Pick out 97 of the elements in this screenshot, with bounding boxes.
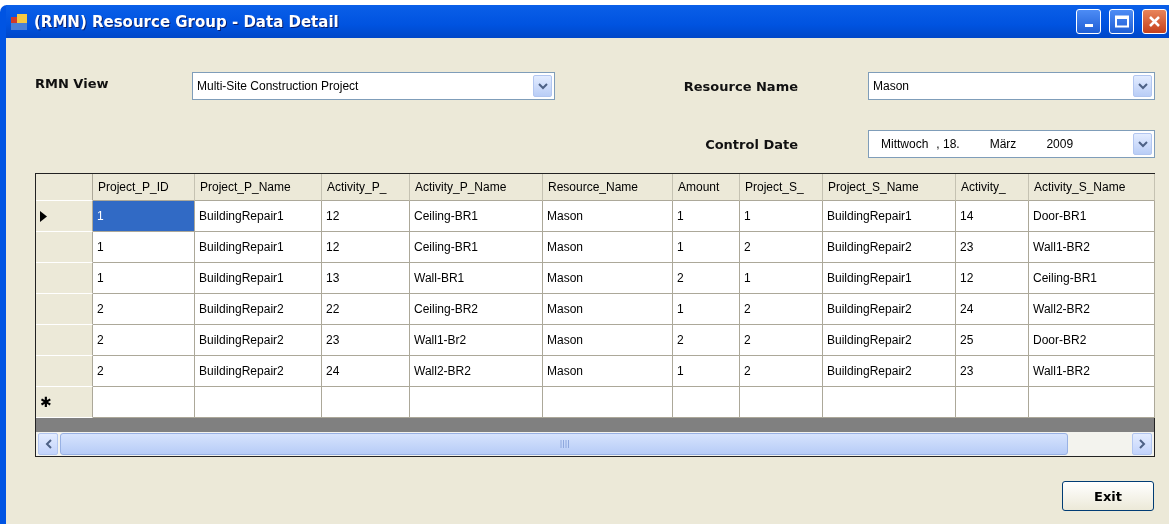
table-cell[interactable]: 1 bbox=[673, 294, 740, 325]
table-cell[interactable]: Wall2-BR2 bbox=[1029, 294, 1155, 325]
table-cell[interactable]: BuildingRepair1 bbox=[195, 263, 322, 294]
table-cell[interactable]: 2 bbox=[740, 294, 823, 325]
column-header[interactable]: Amount bbox=[673, 174, 740, 201]
column-header[interactable]: Resource_Name bbox=[543, 174, 673, 201]
date-picker[interactable]: Mittwoch , 18. März 2009 bbox=[868, 130, 1155, 158]
table-cell[interactable]: Wall2-BR2 bbox=[410, 356, 543, 387]
table-cell[interactable]: Mason bbox=[543, 294, 673, 325]
table-cell[interactable]: Ceiling-BR2 bbox=[410, 294, 543, 325]
table-cell[interactable]: 13 bbox=[322, 263, 410, 294]
table-cell[interactable]: 1 bbox=[93, 263, 195, 294]
table-cell[interactable]: BuildingRepair2 bbox=[823, 232, 956, 263]
column-header[interactable]: Project_P_Name bbox=[195, 174, 322, 201]
table-cell[interactable]: BuildingRepair2 bbox=[195, 294, 322, 325]
table-cell[interactable]: Wall1-BR2 bbox=[1029, 356, 1155, 387]
table-cell[interactable]: 2 bbox=[740, 232, 823, 263]
table-cell[interactable]: BuildingRepair2 bbox=[195, 356, 322, 387]
table-cell[interactable]: Mason bbox=[543, 325, 673, 356]
row-header[interactable] bbox=[36, 201, 93, 232]
table-cell[interactable]: 2 bbox=[93, 356, 195, 387]
table-cell[interactable]: Mason bbox=[543, 201, 673, 232]
grid-corner-header bbox=[36, 174, 93, 201]
maximize-button[interactable] bbox=[1109, 9, 1134, 34]
table-cell[interactable]: 2 bbox=[740, 325, 823, 356]
table-cell[interactable]: Ceiling-BR1 bbox=[410, 232, 543, 263]
table-cell[interactable]: BuildingRepair1 bbox=[195, 201, 322, 232]
table-cell[interactable]: 23 bbox=[956, 356, 1029, 387]
column-header[interactable]: Activity_P_Name bbox=[410, 174, 543, 201]
table-cell[interactable]: Wall-BR1 bbox=[410, 263, 543, 294]
table-cell[interactable]: BuildingRepair2 bbox=[823, 356, 956, 387]
column-header[interactable]: Activity_ bbox=[956, 174, 1029, 201]
close-button[interactable] bbox=[1142, 9, 1167, 34]
table-cell[interactable]: BuildingRepair1 bbox=[195, 232, 322, 263]
window-title: (RMN) Resource Group - Data Detail bbox=[34, 12, 340, 31]
resource-name-label: Resource Name bbox=[683, 78, 799, 94]
table-cell[interactable]: 1 bbox=[740, 263, 823, 294]
scroll-left-button[interactable] bbox=[38, 433, 58, 455]
minimize-button[interactable] bbox=[1076, 9, 1101, 34]
scrollbar-thumb[interactable] bbox=[60, 433, 1068, 455]
table-cell[interactable]: 2 bbox=[93, 294, 195, 325]
table-cell[interactable]: BuildingRepair1 bbox=[823, 263, 956, 294]
column-header[interactable]: Project_P_ID bbox=[93, 174, 195, 201]
dropdown-caret-icon bbox=[537, 82, 548, 90]
column-header[interactable]: Activity_S_Name bbox=[1029, 174, 1155, 201]
table-cell[interactable]: Door-BR2 bbox=[1029, 325, 1155, 356]
exit-button[interactable]: Exit bbox=[1062, 481, 1154, 511]
table-cell[interactable]: BuildingRepair1 bbox=[823, 201, 956, 232]
dropdown-caret-icon bbox=[1137, 82, 1148, 90]
table-cell[interactable]: 1 bbox=[673, 201, 740, 232]
table-cell[interactable]: 23 bbox=[322, 325, 410, 356]
column-header[interactable]: Activity_P_ bbox=[322, 174, 410, 201]
table-cell[interactable]: 24 bbox=[322, 356, 410, 387]
resource-name-dropdown[interactable]: Mason bbox=[868, 72, 1155, 100]
scroll-right-button[interactable] bbox=[1132, 433, 1152, 455]
horizontal-scrollbar[interactable] bbox=[36, 432, 1154, 456]
table-cell[interactable]: Wall1-BR2 bbox=[1029, 232, 1155, 263]
table-cell[interactable]: 2 bbox=[673, 325, 740, 356]
grip-icon bbox=[559, 440, 569, 448]
table-cell[interactable]: 22 bbox=[322, 294, 410, 325]
table-cell[interactable]: 14 bbox=[956, 201, 1029, 232]
table-cell[interactable]: Door-BR1 bbox=[1029, 201, 1155, 232]
new-row-marker[interactable]: ✱ bbox=[36, 387, 93, 418]
table-cell[interactable]: BuildingRepair2 bbox=[823, 325, 956, 356]
table-cell[interactable]: BuildingRepair2 bbox=[823, 294, 956, 325]
table-cell[interactable]: 25 bbox=[956, 325, 1029, 356]
maximize-icon bbox=[1114, 15, 1129, 28]
table-cell[interactable]: 1 bbox=[673, 356, 740, 387]
table-cell[interactable]: 24 bbox=[956, 294, 1029, 325]
table-cell[interactable]: 2 bbox=[740, 356, 823, 387]
close-icon bbox=[1148, 15, 1161, 28]
rmn-view-dropdown[interactable]: Multi-Site Construction Project bbox=[192, 72, 555, 100]
dropdown-caret-icon bbox=[1137, 140, 1148, 148]
rmn-view-label: RMN View bbox=[35, 75, 110, 91]
table-cell[interactable]: Wall1-Br2 bbox=[410, 325, 543, 356]
control-date-label: Control Date bbox=[705, 136, 799, 152]
table-cell[interactable]: 1 bbox=[93, 201, 195, 232]
table-cell[interactable]: Ceiling-BR1 bbox=[410, 201, 543, 232]
table-cell[interactable]: BuildingRepair2 bbox=[195, 325, 322, 356]
table-cell[interactable]: 1 bbox=[740, 201, 823, 232]
current-row-icon bbox=[40, 210, 47, 222]
table-cell[interactable]: Ceiling-BR1 bbox=[1029, 263, 1155, 294]
table-cell[interactable]: 12 bbox=[956, 263, 1029, 294]
table-cell[interactable]: 2 bbox=[673, 263, 740, 294]
table-cell[interactable]: 12 bbox=[322, 232, 410, 263]
table-cell[interactable]: 1 bbox=[673, 232, 740, 263]
table-cell[interactable]: Mason bbox=[543, 232, 673, 263]
column-header[interactable]: Project_S_Name bbox=[823, 174, 956, 201]
table-cell[interactable]: 23 bbox=[956, 232, 1029, 263]
table-cell[interactable]: Mason bbox=[543, 356, 673, 387]
table-cell[interactable]: 2 bbox=[93, 325, 195, 356]
column-header[interactable]: Project_S_ bbox=[740, 174, 823, 201]
app-icon bbox=[10, 12, 28, 31]
table-cell[interactable]: 1 bbox=[93, 232, 195, 263]
minimize-icon bbox=[1084, 24, 1093, 27]
table-cell[interactable]: 12 bbox=[322, 201, 410, 232]
table-cell[interactable]: Mason bbox=[543, 263, 673, 294]
